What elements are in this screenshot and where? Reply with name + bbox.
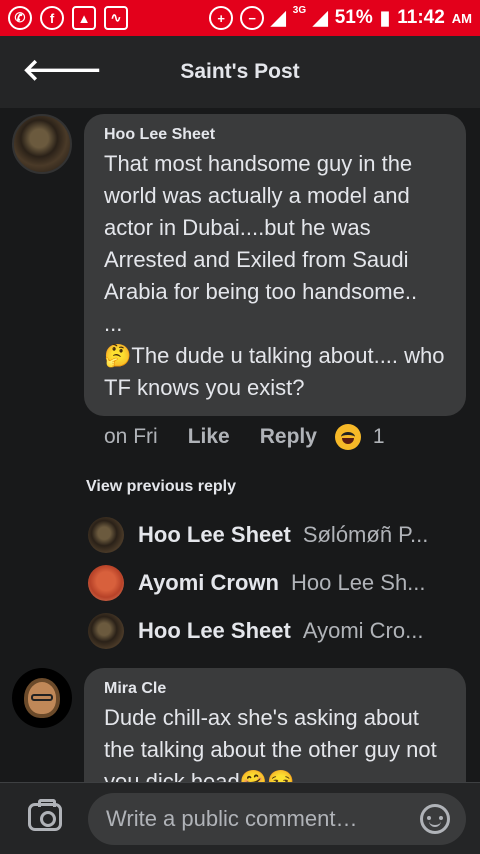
reply-author: Ayomi Crown	[138, 570, 279, 595]
avatar	[88, 613, 124, 649]
reply-text: Sølómøñ P...	[302, 522, 429, 547]
comments-list[interactable]: Hoo Lee Sheet That most handsome guy in …	[0, 108, 480, 782]
avatar	[88, 565, 124, 601]
battery-icon: ▮	[379, 7, 391, 29]
do-not-disturb-icon: −	[240, 6, 265, 30]
network-type: 3G	[292, 4, 307, 16]
facebook-icon: f	[40, 6, 64, 30]
reply-author: Hoo Lee Sheet	[138, 522, 291, 547]
comment-author[interactable]: Hoo Lee Sheet	[104, 126, 446, 144]
activity-icon: ∿	[104, 6, 128, 30]
clock: 11:42	[397, 7, 445, 28]
comment-actions: on Fri Like Reply 1	[104, 424, 385, 450]
reaction-count[interactable]: 1	[373, 425, 385, 449]
clock-ampm: AM	[451, 10, 472, 26]
like-button[interactable]: Like	[188, 425, 230, 449]
wifi-signal-icon: ◢	[271, 7, 286, 29]
reply-text: Hoo Lee Sh...	[290, 570, 426, 595]
reply-button[interactable]: Reply	[260, 425, 317, 449]
cell-signal-icon: ◢	[313, 7, 328, 29]
whatsapp-icon: ✆	[8, 6, 32, 30]
emoji-icon[interactable]	[420, 804, 450, 834]
view-previous-reply-link[interactable]: View previous reply	[86, 478, 236, 496]
comment-text: Dude chill-ax she's asking about the tal…	[104, 705, 443, 782]
top-bar: 🡐 Saint's Post	[0, 36, 480, 108]
avatar[interactable]	[12, 668, 72, 728]
avatar-face-icon	[24, 678, 60, 718]
reply-preview[interactable]: Ayomi Crown Hoo Lee Sh...	[88, 565, 458, 601]
comment-timestamp: on Fri	[104, 425, 158, 448]
gallery-icon: ▲	[72, 6, 96, 30]
reply-preview[interactable]: Hoo Lee Sheet Ayomi Cro...	[88, 613, 458, 649]
comment-input[interactable]	[104, 805, 408, 833]
avatar	[88, 517, 124, 553]
reply-author: Hoo Lee Sheet	[138, 618, 291, 643]
reply-preview[interactable]: Hoo Lee Sheet Sølómøñ P...	[88, 517, 458, 553]
haha-reaction-icon[interactable]	[334, 424, 361, 450]
data-saver-icon: +	[209, 6, 234, 30]
comment-text: That most handsome guy in the world was …	[104, 151, 445, 400]
back-arrow-icon[interactable]: 🡐	[22, 56, 102, 86]
notification-icons: ✆ f ▲ ∿	[8, 6, 128, 30]
reply-text: Ayomi Cro...	[302, 618, 424, 643]
comment-composer-bar	[0, 782, 480, 854]
battery-percent: 51%	[334, 7, 373, 28]
avatar[interactable]	[12, 114, 72, 174]
comment-author[interactable]: Mira Cle	[104, 680, 446, 698]
comment-bubble[interactable]: Mira Cle Dude chill-ax she's asking abou…	[84, 668, 466, 782]
comment-bubble[interactable]: Hoo Lee Sheet That most handsome guy in …	[84, 114, 466, 416]
system-status: + − ◢ 3G ◢ 51% ▮ 11:42 AM	[209, 4, 472, 30]
comment-input-box[interactable]	[88, 793, 466, 845]
camera-icon[interactable]	[28, 799, 62, 831]
status-bar: ✆ f ▲ ∿ + − ◢ 3G ◢ 51% ▮ 11:42 AM	[0, 0, 480, 36]
